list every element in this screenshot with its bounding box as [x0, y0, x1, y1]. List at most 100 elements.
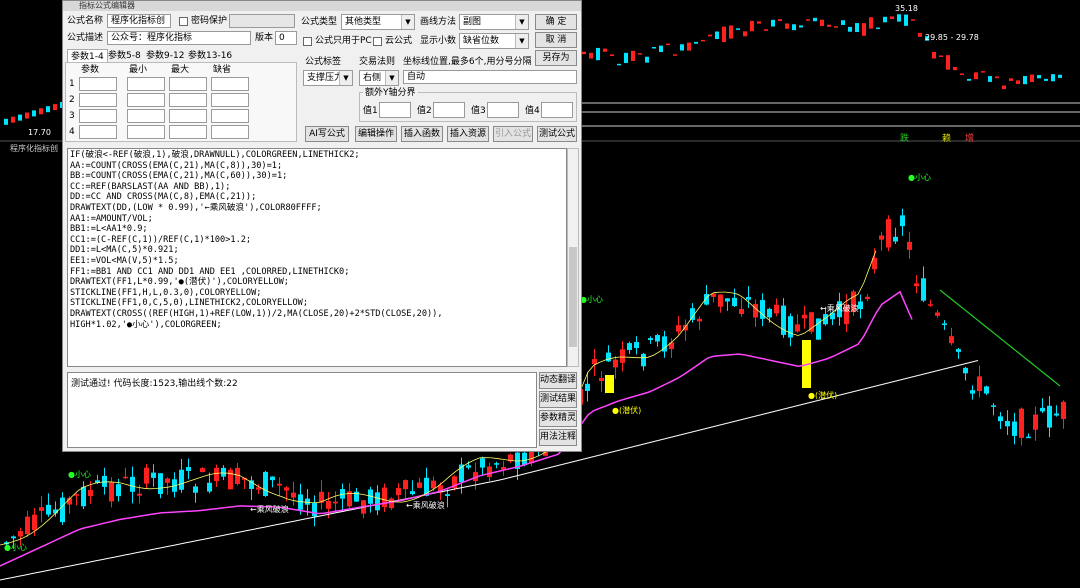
val3-input[interactable] [487, 102, 519, 118]
upper-candle [764, 29, 768, 31]
param-name-input[interactable] [79, 77, 117, 91]
upper-candle [757, 21, 761, 24]
candle-body [333, 501, 338, 504]
param-max-input[interactable] [169, 109, 207, 123]
code-editor[interactable]: IF(破浪<-REF(破浪,1),破浪,DRAWNULL),COLORGREEN… [67, 148, 567, 367]
upper-candle [974, 72, 978, 80]
param-name-input[interactable] [79, 125, 117, 139]
formula-name-input[interactable]: 程序化指标创 [107, 14, 171, 28]
cloud-checkbox[interactable] [373, 37, 382, 46]
candle-body [522, 452, 527, 466]
candle-body [445, 494, 450, 496]
param-default-input[interactable] [211, 109, 249, 123]
candle-body [627, 343, 632, 351]
formula-desc-input[interactable]: 公众号：程序化指标 [107, 31, 251, 45]
upper-candle [1016, 80, 1020, 85]
upper-candle [981, 71, 985, 73]
test-result-button[interactable]: 测试结果 [539, 391, 577, 408]
tag-select[interactable]: 支撑压力 ▼ [303, 70, 353, 86]
upper-candle [25, 112, 29, 119]
scrollbar-thumb[interactable] [569, 247, 577, 347]
param-wizard-button[interactable]: 参数精灵 [539, 410, 577, 427]
annotation-breakout-1: ←乘风破浪 [820, 303, 859, 313]
code-line: AA1:=AMOUNT/VOL; [70, 213, 153, 224]
ai-write-button[interactable]: AI写公式 [305, 126, 349, 142]
val1-input[interactable] [379, 102, 411, 118]
usage-notes-button[interactable]: 用法注释 [539, 429, 577, 446]
password-input[interactable] [229, 14, 295, 28]
param-name-input[interactable] [79, 93, 117, 107]
upper-candle [603, 48, 607, 52]
tab-params-13-16[interactable]: 参数13-16 [185, 49, 235, 63]
candle-body [186, 467, 191, 471]
candle-body [88, 490, 93, 497]
val4-input[interactable] [541, 102, 573, 118]
pc-only-checkbox[interactable] [303, 37, 312, 46]
annotation-breakout-3: ←乘风破浪 [406, 500, 445, 510]
save-as-button[interactable]: 另存为 [535, 50, 577, 66]
param-default-input[interactable] [211, 93, 249, 107]
candle-body [907, 241, 912, 250]
candle-body [81, 486, 86, 507]
decimals-value: 缺省位数 [463, 36, 500, 46]
param-max-input[interactable] [169, 93, 207, 107]
candle-body [900, 215, 905, 227]
param-default-input[interactable] [211, 125, 249, 139]
param-min-input[interactable] [127, 125, 165, 139]
chevron-down-icon: ▼ [401, 15, 414, 29]
signal-label-1: 跌 [900, 133, 909, 144]
candle-body [214, 467, 219, 482]
ok-button[interactable]: 确 定 [535, 14, 577, 30]
candle-body [102, 475, 107, 487]
decimals-select[interactable]: 缺省位数 ▼ [459, 33, 529, 49]
tab-params-9-12[interactable]: 参数9-12 [143, 49, 187, 63]
candle-body [396, 488, 401, 496]
param-max-input[interactable] [169, 125, 207, 139]
panel-title: 程序化指标创 [10, 143, 58, 153]
param-max-input[interactable] [169, 77, 207, 91]
param-min-input[interactable] [127, 77, 165, 91]
insert-function-button[interactable]: 插入函数 [401, 126, 443, 142]
coord-input[interactable]: 自动 [403, 70, 577, 84]
param-row-number: 1 [69, 79, 75, 89]
import-formula-button[interactable]: 引入公式 [493, 126, 533, 142]
candle-body [893, 236, 898, 242]
upper-candle [946, 55, 950, 70]
candle-body [179, 469, 184, 490]
draw-select[interactable]: 副图 ▼ [459, 14, 529, 30]
formula-editor-dialog[interactable]: 指标公式编辑器 公式名称 程序化指标创 密码保护 公式类型 其他类型 ▼ 画线方法… [62, 0, 582, 452]
upper-candle [624, 52, 628, 64]
extra-y-label: 额外Y轴分界 [363, 86, 418, 100]
val2-input[interactable] [433, 102, 465, 118]
trade-side-select[interactable]: 右侧 ▼ [359, 70, 399, 86]
chevron-down-icon: ▼ [385, 71, 398, 85]
upper-candle [848, 26, 852, 32]
editor-scrollbar[interactable] [567, 148, 579, 367]
chevron-down-icon: ▼ [339, 71, 352, 85]
version-input[interactable]: 0 [275, 31, 297, 45]
param-default-input[interactable] [211, 77, 249, 91]
upper-candle [778, 19, 782, 22]
dynamic-translate-button[interactable]: 动态翻译 [539, 372, 577, 389]
tab-params-5-8[interactable]: 参数5-8 [105, 49, 144, 63]
upper-candle [771, 19, 775, 27]
test-formula-button[interactable]: 测试公式 [537, 126, 577, 142]
candle-body [718, 294, 723, 307]
edit-ops-button[interactable]: 编辑操作 [355, 126, 397, 142]
candle-body [641, 353, 646, 367]
cancel-button[interactable]: 取 消 [535, 32, 577, 48]
formula-name-label: 公式名称 [67, 16, 104, 26]
upper-candle [995, 76, 999, 79]
candle-body [193, 486, 198, 493]
insert-resource-button[interactable]: 插入资源 [447, 126, 489, 142]
param-min-input[interactable] [127, 93, 165, 107]
param-min-input[interactable] [127, 109, 165, 123]
price-label-low: 17.70 [28, 128, 51, 137]
candle-body [956, 349, 961, 352]
type-select[interactable]: 其他类型 ▼ [341, 14, 415, 30]
password-checkbox[interactable] [179, 17, 188, 26]
candle-body [599, 378, 604, 381]
code-line: DRAWTEXT(DD,(LOW * 0.99),'←乘风破浪'),COLOR8… [70, 202, 322, 213]
param-name-input[interactable] [79, 109, 117, 123]
val1-label: 值1 [363, 106, 378, 116]
